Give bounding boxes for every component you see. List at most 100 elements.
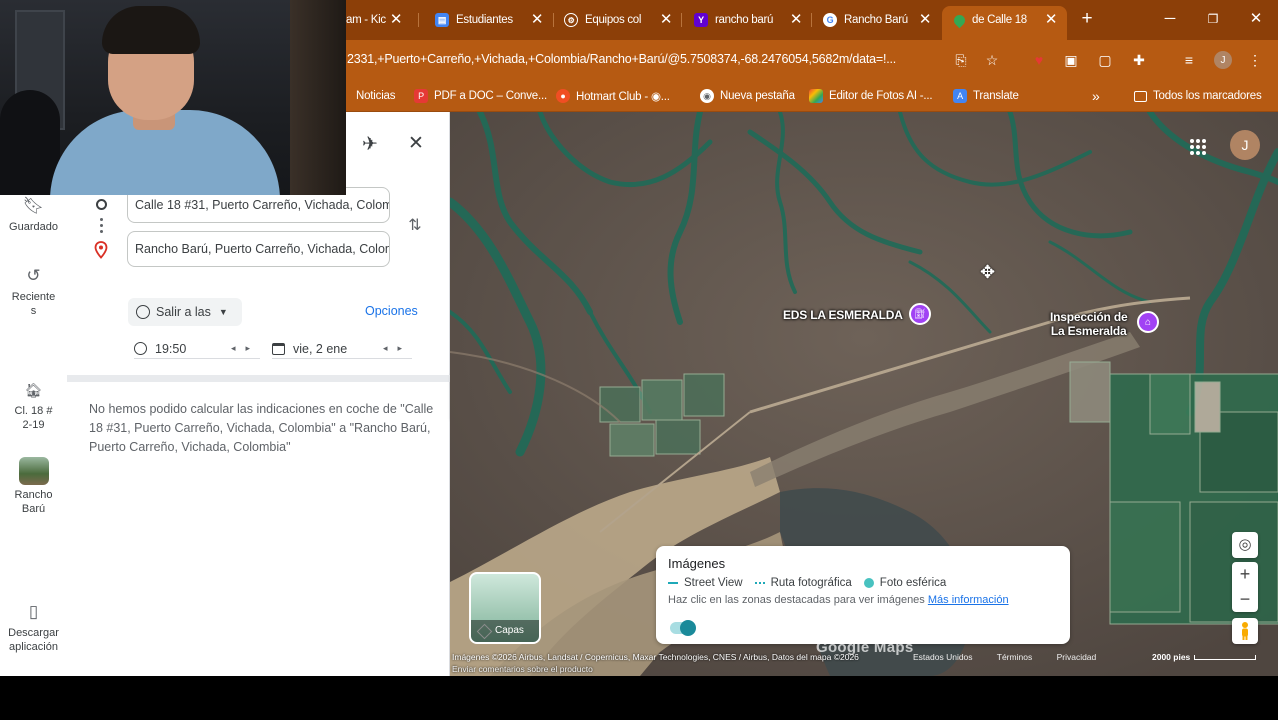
terms-link[interactable]: Términos bbox=[997, 652, 1032, 662]
place-thumbnail bbox=[18, 457, 49, 485]
close-tab-icon[interactable]: ✕ bbox=[658, 11, 674, 29]
profile-avatar[interactable]: J bbox=[1214, 51, 1232, 69]
tab-separator bbox=[553, 13, 554, 27]
scale-bar bbox=[1194, 654, 1257, 660]
close-tab-icon[interactable]: ✕ bbox=[529, 11, 545, 29]
tab-rancho-baru-search[interactable]: Y rancho barú ✕ bbox=[694, 8, 804, 32]
bookmark-label: Nueva pestaña bbox=[720, 90, 795, 102]
pegman-icon bbox=[1242, 622, 1248, 640]
government-poi-icon[interactable]: ⌂ bbox=[1137, 311, 1159, 333]
phone-icon: ▯ bbox=[28, 602, 39, 621]
close-tab-icon[interactable]: ✕ bbox=[388, 11, 404, 29]
new-tab-button[interactable]: + bbox=[1078, 9, 1096, 29]
my-location-icon[interactable]: ◎ bbox=[1232, 532, 1258, 558]
webcam-overlay bbox=[0, 0, 346, 195]
media-controls-icon[interactable]: ≡ bbox=[1180, 51, 1198, 69]
tab-kick[interactable]: am - Kick ✕ bbox=[346, 8, 404, 32]
airplane-icon[interactable]: ✈ bbox=[359, 134, 381, 156]
satellite-map[interactable]: EDS LA ESMERALDA ⛽︎ Inspección de La Esm… bbox=[450, 112, 1278, 676]
map-scale[interactable]: 2000 pies bbox=[1152, 652, 1257, 662]
bookmark-pdf[interactable]: P PDF a DOC – Conve... bbox=[414, 87, 547, 105]
privacy-link[interactable]: Privacidad bbox=[1057, 652, 1097, 662]
layers-button[interactable]: Capas bbox=[469, 572, 541, 644]
tab-equipos[interactable]: ⚙ Equipos col ✕ bbox=[564, 8, 674, 32]
address-bar[interactable]: 2331,+Puerto+Carreño,+Vichada,+Colombia/… bbox=[347, 52, 939, 66]
document-favicon-icon: ▤ bbox=[435, 13, 449, 27]
zoom-out-button[interactable]: − bbox=[1232, 587, 1258, 612]
close-tab-icon[interactable]: ✕ bbox=[917, 11, 933, 29]
date-step-arrows-icon[interactable]: ◂▸ bbox=[383, 343, 412, 354]
rail-download-app[interactable]: ▯ Descargar aplicación bbox=[0, 601, 67, 654]
imagery-attribution: Imágenes ©2026 Airbus, Landsat / Coperni… bbox=[452, 652, 859, 662]
bookmarks-overflow-button[interactable]: » bbox=[1092, 87, 1100, 105]
tab-estudiantes[interactable]: ▤ Estudiantes ✕ bbox=[435, 8, 545, 32]
bookmark-hotmart[interactable]: ● Hotmart Club - ◉... bbox=[556, 87, 670, 105]
time-picker[interactable]: 19:50 ◂▸ bbox=[134, 339, 260, 359]
layers-label: Capas bbox=[471, 620, 539, 642]
toggle-knob bbox=[680, 620, 696, 636]
background-chair bbox=[0, 90, 60, 195]
scale-label: 2000 pies bbox=[1152, 652, 1191, 662]
google-maps-favicon-icon bbox=[951, 12, 968, 28]
rail-label: Rancho Barú bbox=[14, 489, 53, 515]
google-apps-icon[interactable] bbox=[1187, 136, 1209, 158]
all-bookmarks-folder[interactable]: Todos los marcadores bbox=[1134, 87, 1262, 105]
extension-dark-icon[interactable]: ▣ bbox=[1062, 51, 1080, 69]
bookmark-editor-fotos[interactable]: Editor de Fotos AI -... bbox=[809, 87, 933, 105]
rail-recent-item-cl18[interactable]: 🏠︎ Cl. 18 # 2-19 bbox=[0, 379, 67, 432]
person-hair bbox=[102, 6, 200, 54]
dropdown-caret-icon: ▼ bbox=[218, 307, 228, 317]
close-window-icon[interactable]: ✕ bbox=[1248, 10, 1264, 28]
tab-maps-active[interactable]: de Calle 18 ✕ bbox=[942, 6, 1067, 40]
chatgpt-favicon-icon: ⚙ bbox=[564, 13, 578, 27]
imagery-toggle[interactable] bbox=[670, 620, 696, 636]
poi-label-line: Inspección de bbox=[1050, 310, 1128, 324]
bookmark-star-icon[interactable]: ☆ bbox=[983, 51, 1001, 69]
translate-icon: A bbox=[953, 89, 967, 103]
extension-red-icon[interactable]: ♥ bbox=[1030, 51, 1048, 69]
poi-label[interactable]: EDS LA ESMERALDA bbox=[783, 308, 903, 322]
depart-label: Salir a las bbox=[156, 305, 211, 319]
menu-kebab-icon[interactable]: ⋮ bbox=[1246, 51, 1264, 69]
destination-input[interactable]: Rancho Barú, Puerto Carreño, Vichada, Co… bbox=[127, 231, 390, 267]
close-tab-icon[interactable]: ✕ bbox=[1043, 11, 1059, 29]
install-app-icon[interactable]: ⎘ bbox=[952, 51, 970, 69]
swap-route-icon[interactable]: ⇅ bbox=[405, 216, 425, 236]
pegman-street-view-icon[interactable] bbox=[1232, 618, 1258, 644]
account-avatar[interactable]: J bbox=[1230, 130, 1260, 160]
destination-pin-icon bbox=[94, 241, 108, 259]
bookmark-nueva-pestana[interactable]: ◉ Nueva pestaña bbox=[700, 87, 795, 105]
gas-station-poi-icon[interactable]: ⛽︎ bbox=[909, 303, 931, 325]
send-feedback-link[interactable]: Enviar comentarios sobre el producto bbox=[452, 664, 593, 674]
photo-route-dotted-icon bbox=[754, 582, 765, 584]
tab-label: Estudiantes bbox=[456, 14, 513, 26]
close-tab-icon[interactable]: ✕ bbox=[788, 11, 804, 29]
rail-recent-item-rancho[interactable]: Rancho Barú bbox=[0, 457, 67, 516]
imagery-card-title: Imágenes bbox=[668, 556, 726, 571]
extensions-puzzle-icon[interactable]: ✚ bbox=[1130, 51, 1148, 69]
bookmark-noticias[interactable]: Noticias bbox=[356, 87, 396, 105]
zoom-in-button[interactable]: + bbox=[1232, 562, 1258, 587]
more-info-link[interactable]: Más información bbox=[928, 594, 1009, 606]
options-button[interactable]: Opciones bbox=[365, 304, 418, 318]
poi-label[interactable]: Inspección de La Esmeralda bbox=[1050, 310, 1128, 338]
bookmark-translate[interactable]: A Translate bbox=[953, 87, 1019, 105]
rail-saved[interactable]: 🔖︎ Guardado bbox=[0, 195, 67, 234]
building-icon: 🏠︎ bbox=[24, 382, 43, 398]
bookmark-icon: 🔖︎ bbox=[22, 196, 45, 215]
date-picker[interactable]: vie, 2 ene ◂▸ bbox=[272, 339, 412, 359]
tab-label: rancho barú bbox=[715, 14, 774, 26]
hotmart-icon: ● bbox=[556, 89, 570, 103]
rail-recent[interactable]: ↺ Recientes bbox=[0, 265, 67, 318]
depart-at-dropdown[interactable]: Salir a las ▼ bbox=[128, 298, 242, 326]
restore-icon[interactable]: ❐ bbox=[1205, 10, 1221, 28]
extension-box-icon[interactable]: ▢ bbox=[1096, 51, 1114, 69]
country-link[interactable]: Estados Unidos bbox=[913, 652, 973, 662]
origin-circle-icon bbox=[96, 199, 107, 210]
calendar-icon bbox=[272, 342, 285, 355]
close-directions-icon[interactable]: ✕ bbox=[405, 133, 427, 155]
time-step-arrows-icon[interactable]: ◂▸ bbox=[231, 343, 260, 354]
minimize-icon[interactable]: ─ bbox=[1162, 10, 1178, 28]
tab-label: am - Kick bbox=[346, 14, 386, 26]
tab-rancho-baru[interactable]: G Rancho Barú ✕ bbox=[823, 8, 933, 32]
